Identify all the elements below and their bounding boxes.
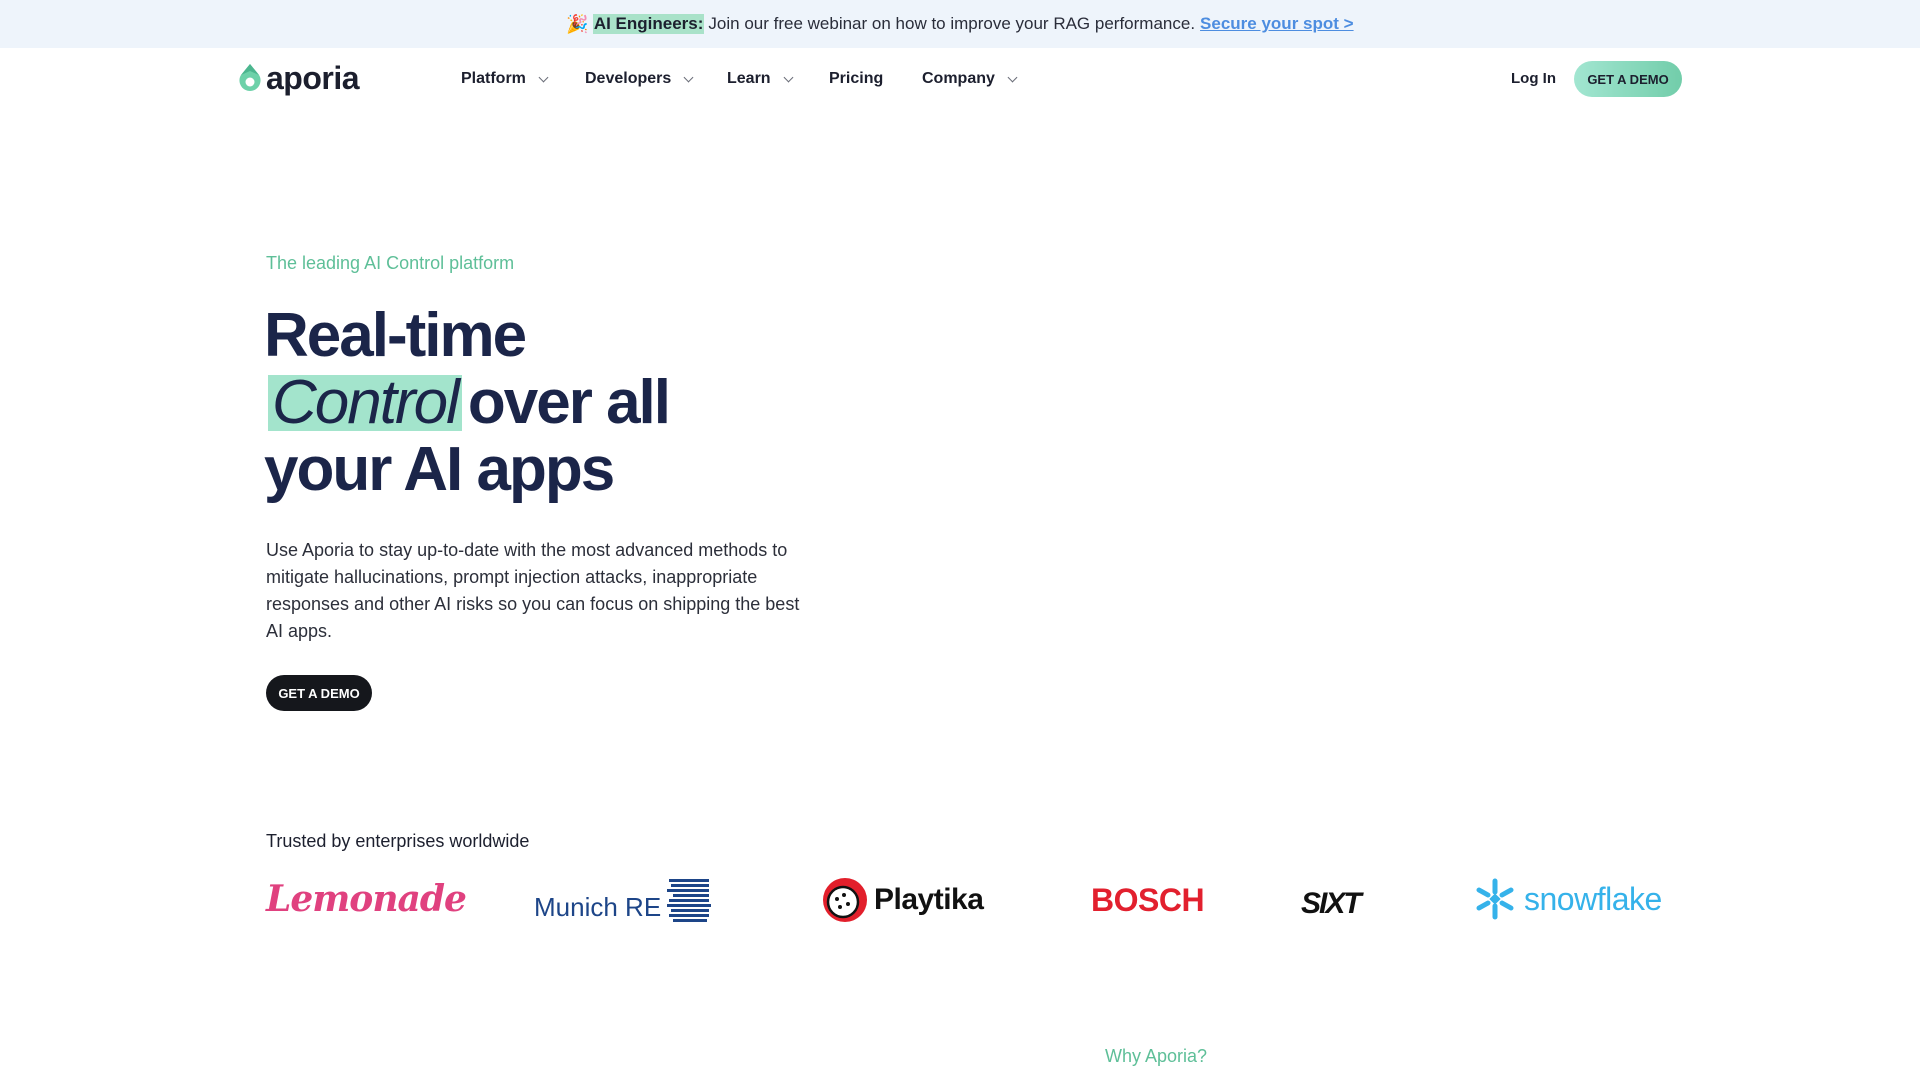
nav-company[interactable]: Company (922, 70, 1018, 88)
munich-re-logo-text: Munich RE (534, 892, 662, 922)
bosch-logo-text: BOSCH (1091, 882, 1205, 918)
party-popper-icon: 🎉 (566, 13, 589, 34)
aporia-logo[interactable]: aporia (238, 60, 360, 96)
nav-platform-label: Platform (461, 70, 526, 87)
playtika-logo-text: Playtika (874, 883, 984, 916)
banner-message: Join our free webinar on how to improve … (708, 14, 1196, 33)
snowflake-icon (1476, 878, 1514, 920)
get-demo-header-button[interactable]: GET A DEMO (1574, 61, 1682, 97)
bosch-logo: BOSCH (1091, 882, 1205, 919)
aporia-drop-icon (239, 64, 261, 91)
why-aporia-label: Why Aporia? (1105, 1046, 1208, 1066)
hero-title: Real-time Control over all your AI apps (264, 301, 671, 504)
get-demo-hero-button[interactable]: GET A DEMO (266, 675, 372, 711)
chevron-down-icon (683, 72, 694, 82)
trusted-heading: Trusted by enterprises worldwide (266, 831, 530, 851)
sixt-logo: SIXT (1301, 887, 1362, 921)
logo-text: aporia (266, 60, 360, 96)
announcement-banner: 🎉 AI Engineers: Join our free webinar on… (0, 0, 1920, 48)
chevron-down-icon (783, 72, 794, 82)
munich-re-stripes-icon (667, 878, 712, 922)
playtika-logo: Playtika (822, 877, 984, 923)
munich-re-logo: Munich RE (534, 878, 712, 923)
hero-title-line2-rest: over all (467, 368, 671, 437)
hero-description: Use Aporia to stay up-to-date with the m… (266, 540, 800, 641)
nav-learn[interactable]: Learn (727, 70, 794, 88)
hero-title-line1: Real-time (264, 301, 527, 370)
nav-pricing-label: Pricing (829, 70, 884, 87)
chevron-down-icon (538, 72, 549, 82)
snowflake-logo-text: snowflake (1524, 880, 1662, 917)
banner-highlight: AI Engineers: (592, 14, 705, 34)
chevron-down-icon (1007, 72, 1018, 82)
snowflake-logo: snowflake (1474, 878, 1662, 920)
nav-platform[interactable]: Platform (461, 70, 549, 88)
hero-eyebrow: The leading AI Control platform (266, 253, 515, 273)
nav-developers[interactable]: Developers (585, 70, 694, 88)
hero-title-line2: Control over all (264, 368, 671, 437)
lemonade-logo-text: Lemonade (266, 878, 467, 920)
login-link[interactable]: Log In (1511, 70, 1556, 87)
hero-title-accent: Control (268, 372, 462, 434)
secure-spot-link[interactable]: Secure your spot > (1200, 14, 1354, 34)
sixt-logo-text: SIXT (1301, 887, 1362, 920)
nav-company-label: Company (922, 70, 995, 87)
lemonade-logo: Lemonade (266, 878, 467, 920)
nav-learn-label: Learn (727, 70, 771, 87)
hero-title-line3: your AI apps (264, 435, 615, 504)
site-header: aporia Platform Developers Learn Pricing… (0, 48, 1920, 110)
nav-developers-label: Developers (585, 70, 672, 87)
nav-pricing[interactable]: Pricing (829, 70, 883, 88)
playtika-leopard-icon (823, 878, 867, 922)
